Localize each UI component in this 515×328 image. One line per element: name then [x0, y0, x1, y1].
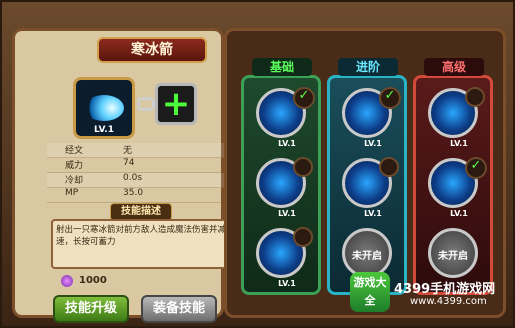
empty-status-icon — [379, 157, 399, 177]
skill-node[interactable]: LV.1 — [342, 157, 399, 218]
tree-column-basic: 基础 ✓ LV.1 LV.1 LV.1 — [241, 58, 321, 295]
skill-node[interactable]: ✓ LV.1 — [342, 87, 401, 148]
currency-icon — [61, 275, 73, 287]
skill-detail-panel: 寒冰箭 LV.1 + 经文 无 威力 74 冷却 0.0s MP 35.0 技能… — [12, 28, 237, 323]
skill-node[interactable]: ✓ LV.1 — [256, 87, 315, 148]
link-icon — [137, 97, 155, 111]
ice-arrow-icon — [84, 95, 124, 121]
add-skill-button[interactable]: + — [155, 83, 197, 125]
skill-node[interactable]: LV.1 — [256, 157, 313, 218]
tab-high[interactable]: 高级 — [424, 58, 484, 76]
skill-title: 寒冰箭 — [97, 37, 207, 63]
tree-column-advanced: 进阶 ✓ LV.1 LV.1 未开启 — [327, 58, 407, 295]
tab-basic[interactable]: 基础 — [252, 58, 312, 76]
locked-skill-node[interactable]: 未开启 — [342, 228, 392, 278]
stat-row: 经文 无 — [47, 143, 237, 158]
site-watermark: 游戏大全 4399手机游戏网 www.4399.com — [350, 272, 512, 324]
site-name: 4399手机游戏网 — [394, 282, 496, 297]
check-icon: ✓ — [293, 87, 315, 109]
site-logo: 游戏大全 — [350, 272, 390, 312]
tab-advanced[interactable]: 进阶 — [338, 58, 398, 76]
skill-node[interactable]: ✓ LV.1 — [428, 157, 487, 218]
skill-node[interactable]: LV.1 — [428, 87, 485, 148]
equip-skill-button[interactable]: 装备技能 — [141, 295, 217, 323]
locked-skill-node[interactable]: 未开启 — [428, 228, 478, 278]
empty-status-icon — [293, 227, 313, 247]
check-icon: ✓ — [465, 157, 487, 179]
stat-row: 威力 74 — [47, 158, 237, 173]
skill-description: 射出一只寒冰箭对前方敌人造成魔法伤害并减速，长按可蓄力 — [51, 219, 233, 269]
locked-label: 未开启 — [438, 251, 468, 262]
stat-row: MP 35.0 — [47, 188, 237, 203]
empty-status-icon — [293, 157, 313, 177]
skill-node[interactable]: LV.1 — [256, 227, 313, 288]
check-icon: ✓ — [379, 87, 401, 109]
skill-stats: 经文 无 威力 74 冷却 0.0s MP 35.0 — [47, 143, 237, 203]
empty-status-icon — [465, 87, 485, 107]
locked-label: 未开启 — [352, 251, 382, 262]
skill-level: LV.1 — [94, 125, 114, 135]
currency-value: 1000 — [79, 275, 107, 286]
upgrade-skill-button[interactable]: 技能升级 — [53, 295, 129, 323]
site-url: www.4399.com — [410, 296, 487, 307]
stat-row: 冷却 0.0s — [47, 173, 237, 188]
tree-column-high: 高级 LV.1 ✓ LV.1 未开启 — [413, 58, 493, 295]
